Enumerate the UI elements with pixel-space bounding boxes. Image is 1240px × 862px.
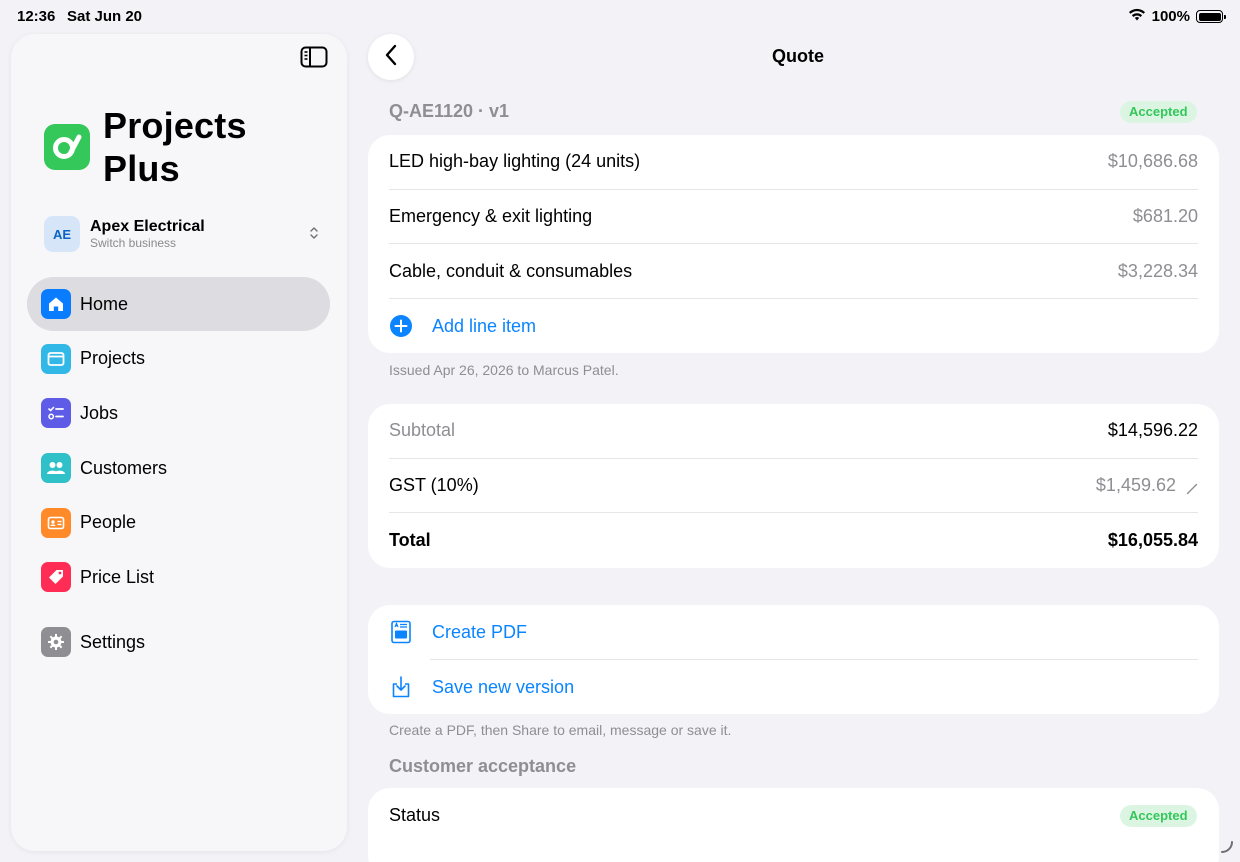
total-amount: $16,055.84 [1107, 530, 1198, 551]
back-button[interactable] [368, 34, 414, 80]
issued-note: Issued Apr 26, 2026 to Marcus Patel. [389, 362, 619, 378]
line-item-description: Cable, conduit & consumables [389, 260, 633, 281]
create-pdf-button[interactable]: Create PDF [389, 605, 1198, 660]
document-icon [389, 620, 413, 644]
sidebar-item-jobs[interactable]: Jobs [27, 386, 330, 440]
line-item-amount: $10,686.68 [1107, 151, 1198, 172]
subtotal-row: Subtotal $14,596.22 [389, 404, 1198, 459]
totals-card: Subtotal $14,596.22 GST (10%) $1,459.62 … [368, 404, 1219, 568]
chevron-up-down-icon [309, 226, 319, 245]
folder-icon [41, 343, 71, 374]
subtotal-amount: $14,596.22 [1107, 420, 1198, 441]
acceptance-status-badge: Accepted [1120, 805, 1197, 827]
acceptance-status-row[interactable]: Status [389, 788, 1198, 843]
gst-amount: $1,459.62 [1095, 475, 1176, 496]
status-time: 12:36 [17, 8, 56, 25]
sidebar-item-label: Customers [80, 457, 168, 478]
sidebar-item-label: Jobs [80, 402, 119, 423]
line-item-amount: $3,228.34 [1117, 260, 1198, 281]
people-icon [41, 453, 71, 484]
total-row: Total $16,055.84 [389, 513, 1198, 568]
business-switcher[interactable]: AE Apex Electrical Switch business [44, 215, 319, 253]
save-new-version-label: Save new version [432, 676, 575, 697]
total-label: Total [389, 530, 431, 551]
chevron-left-icon [384, 44, 398, 71]
app-name: Projects Plus [103, 105, 247, 189]
actions-card: Create PDF Save new version [368, 605, 1219, 714]
sidebar-item-price-list[interactable]: Price List [27, 550, 330, 604]
download-tray-icon [389, 675, 413, 699]
business-avatar: AE [44, 216, 80, 252]
line-items-card: LED high-bay lighting (24 units) $10,686… [368, 135, 1219, 353]
add-line-item-label: Add line item [432, 315, 537, 336]
sidebar-item-label: People [80, 512, 137, 533]
gear-icon [41, 627, 71, 658]
sidebar-item-people[interactable]: People [27, 496, 330, 550]
business-subtitle: Switch business [90, 236, 177, 250]
sidebar-item-projects[interactable]: Projects [27, 332, 330, 386]
line-item-description: Emergency & exit lighting [389, 206, 593, 227]
sidebar-item-home[interactable]: Home [27, 277, 330, 331]
customer-acceptance-heading: Customer acceptance [389, 756, 577, 776]
line-item-row[interactable]: LED high-bay lighting (24 units) $10,686… [389, 135, 1198, 190]
status-date: Sat Jun 20 [67, 8, 143, 25]
resize-handle-icon[interactable] [1220, 840, 1234, 854]
status-bar: 12:36 Sat Jun 20 100% [0, 0, 1240, 34]
quote-id: Q-AE1120 · v1 [389, 101, 510, 121]
sidebar: Projects Plus AE Apex Electrical Switch … [11, 34, 347, 851]
line-item-row[interactable]: Cable, conduit & consumables $3,228.34 [389, 244, 1198, 300]
checklist-icon [41, 398, 71, 429]
acceptance-status-label: Status [389, 804, 441, 825]
battery-icon [1196, 10, 1226, 23]
line-item-description: LED high-bay lighting (24 units) [389, 151, 641, 172]
tag-icon [41, 562, 71, 593]
sidebar-toggle-icon[interactable] [300, 46, 328, 68]
app-brand: Projects Plus [44, 104, 247, 190]
sidebar-item-label: Settings [80, 631, 146, 652]
actions-note: Create a PDF, then Share to email, messa… [389, 722, 732, 738]
subtotal-label: Subtotal [389, 420, 456, 441]
house-icon [41, 289, 71, 319]
add-line-item-button[interactable]: Add line item [389, 299, 1198, 354]
app-logo-icon [44, 124, 90, 170]
create-pdf-label: Create PDF [432, 621, 528, 642]
sidebar-item-customers[interactable]: Customers [27, 441, 330, 495]
plus-circle-icon [389, 314, 413, 338]
battery-percent: 100% [1151, 8, 1190, 25]
id-card-icon [41, 507, 71, 538]
business-name: Apex Electrical [90, 218, 205, 235]
pencil-icon[interactable] [1186, 479, 1198, 500]
save-new-version-button[interactable]: Save new version [389, 660, 1198, 715]
sidebar-item-label: Price List [80, 566, 155, 587]
line-item-amount: $681.20 [1132, 206, 1198, 227]
status-badge: Accepted [1120, 101, 1197, 123]
gst-row[interactable]: GST (10%) $1,459.62 [389, 459, 1198, 514]
page-title: Quote [772, 46, 824, 66]
sidebar-item-label: Home [80, 293, 129, 314]
wifi-icon [1128, 8, 1146, 25]
sidebar-nav: Home Projects Jobs Customers People Pric… [27, 277, 330, 670]
acceptance-card: Status [368, 788, 1219, 862]
sidebar-item-label: Projects [80, 348, 146, 369]
line-item-row[interactable]: Emergency & exit lighting $681.20 [389, 190, 1198, 245]
sidebar-item-settings[interactable]: Settings [27, 615, 330, 669]
gst-label: GST (10%) [389, 475, 479, 496]
